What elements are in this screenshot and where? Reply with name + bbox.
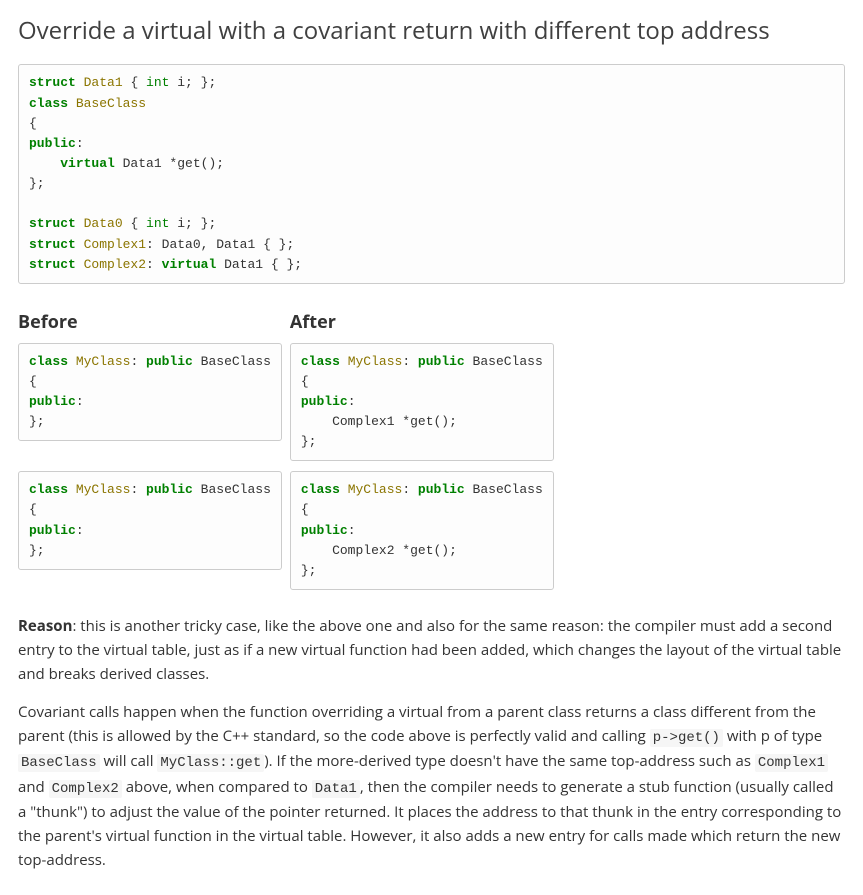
code-block-top: struct Data1 { int i; }; class BaseClass…: [18, 64, 845, 283]
code-inline-data1: Data1: [312, 780, 360, 798]
reason-label: Reason: [18, 616, 72, 636]
text-fragment: ). If the more-derived type doesn't have…: [264, 751, 755, 771]
code-after-1: class MyClass: public BaseClass { public…: [290, 343, 554, 462]
code-before-2: class MyClass: public BaseClass { public…: [18, 471, 282, 570]
code-after-2: class MyClass: public BaseClass { public…: [290, 471, 554, 590]
reason-paragraph: Reason: this is another tricky case, lik…: [18, 614, 845, 686]
code-inline-baseclass: BaseClass: [18, 754, 100, 772]
before-heading: Before: [18, 308, 282, 337]
code-inline-complex1: Complex1: [755, 754, 828, 772]
text-fragment: and: [18, 777, 49, 797]
covariant-paragraph: Covariant calls happen when the function…: [18, 700, 845, 872]
code-before-1: class MyClass: public BaseClass { public…: [18, 343, 282, 442]
after-heading: After: [290, 308, 554, 337]
compare-row-1: Before class MyClass: public BaseClass {…: [18, 294, 845, 472]
compare-row-2: class MyClass: public BaseClass { public…: [18, 471, 845, 600]
text-fragment: above, when compared to: [122, 777, 312, 797]
page-title: Override a virtual with a covariant retu…: [18, 12, 845, 50]
text-fragment: will call: [100, 751, 158, 771]
text-fragment: with p of type: [723, 726, 822, 746]
code-inline-complex2: Complex2: [49, 780, 122, 798]
code-inline-pget: p->get(): [650, 729, 723, 747]
reason-text: : this is another tricky case, like the …: [18, 616, 841, 684]
code-inline-myclassget: MyClass::get: [157, 754, 264, 772]
